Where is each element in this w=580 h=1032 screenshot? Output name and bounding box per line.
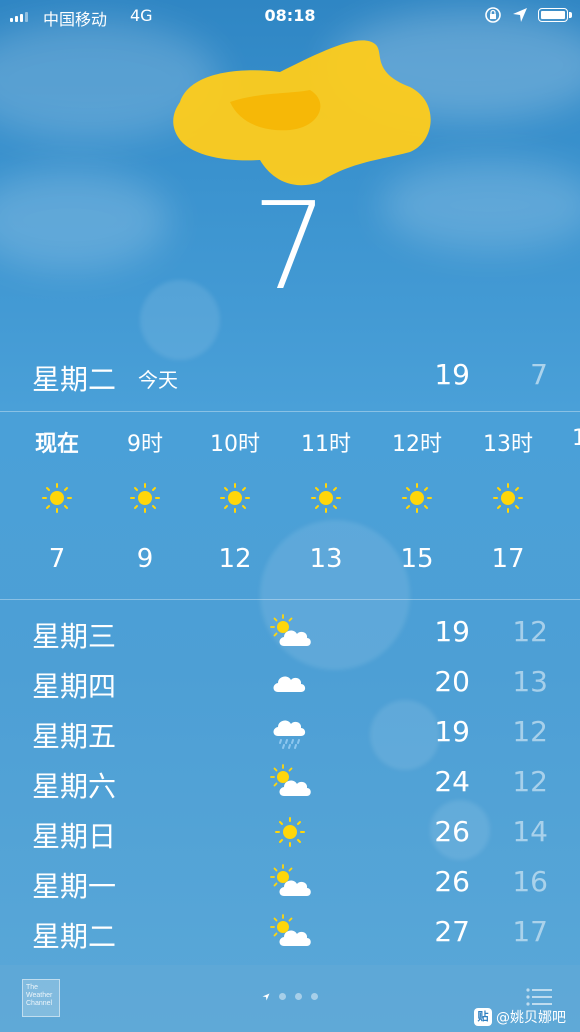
today-summary: 星期二 今天 19 7 bbox=[0, 352, 580, 402]
hour-item-partial: 1 bbox=[534, 412, 580, 600]
day-low: 12 bbox=[512, 615, 548, 648]
rotation-lock-icon bbox=[485, 7, 501, 23]
day-name: 星期二 bbox=[32, 920, 117, 953]
partly-cloudy-icon bbox=[270, 614, 312, 647]
hour-temp: 12 bbox=[218, 544, 252, 574]
day-row: 星期六 24 12 bbox=[0, 758, 580, 808]
today-tag: 今天 bbox=[138, 368, 178, 392]
hour-temp: 15 bbox=[400, 544, 434, 574]
status-bar: 中国移动 4G 08:18 bbox=[0, 0, 580, 34]
hour-item: 12时 15 bbox=[372, 412, 462, 600]
hour-item: 11时 13 bbox=[281, 412, 371, 600]
hour-label: 11时 bbox=[301, 432, 351, 457]
location-arrow-icon bbox=[513, 8, 527, 22]
day-row: 星期四 20 13 bbox=[0, 658, 580, 708]
day-low: 16 bbox=[512, 865, 548, 898]
partly-cloudy-icon bbox=[270, 914, 312, 947]
day-name: 星期六 bbox=[32, 770, 117, 803]
sun-icon bbox=[42, 483, 72, 513]
day-low: 12 bbox=[512, 765, 548, 798]
day-name: 星期四 bbox=[32, 670, 117, 703]
tieba-badge-icon: 贴 bbox=[474, 1008, 492, 1026]
today-day: 星期二 bbox=[32, 363, 117, 396]
partly-cloudy-icon bbox=[270, 764, 312, 797]
day-name: 星期日 bbox=[32, 820, 117, 853]
page-dot bbox=[311, 993, 318, 1000]
day-high: 26 bbox=[434, 865, 470, 898]
day-row: 星期五 19 12 bbox=[0, 708, 580, 758]
day-row: 星期一 26 16 bbox=[0, 858, 580, 908]
day-low: 13 bbox=[512, 665, 548, 698]
watermark-text: @姚贝娜吧 bbox=[496, 1010, 566, 1026]
today-low: 7 bbox=[530, 358, 548, 391]
rain-cloud-icon bbox=[272, 719, 307, 749]
day-low: 14 bbox=[512, 815, 548, 848]
hour-item: 9时 9 bbox=[100, 412, 190, 600]
partly-cloudy-icon bbox=[270, 864, 312, 897]
watermark: 贴 @姚贝娜吧 bbox=[474, 1007, 566, 1027]
day-high: 19 bbox=[434, 615, 470, 648]
hourly-forecast[interactable]: 现在 7 9时 9 10时 12 11时 13 12时 15 13时 17 1 bbox=[0, 412, 580, 600]
divider bbox=[0, 599, 580, 600]
day-high: 26 bbox=[434, 815, 470, 848]
today-high: 19 bbox=[434, 358, 470, 391]
day-row: 星期日 26 14 bbox=[0, 808, 580, 858]
hour-label: 12时 bbox=[392, 432, 442, 457]
list-icon[interactable] bbox=[526, 987, 552, 1007]
day-row: 星期三 19 12 bbox=[0, 608, 580, 658]
sun-icon bbox=[275, 817, 305, 847]
sun-icon bbox=[130, 483, 160, 513]
day-name: 星期三 bbox=[32, 620, 117, 653]
sun-icon bbox=[493, 483, 523, 513]
bottom-toolbar: The Weather Channel 贴 @姚贝娜吧 bbox=[0, 965, 580, 1032]
day-low: 12 bbox=[512, 715, 548, 748]
sun-icon bbox=[402, 483, 432, 513]
page-indicator[interactable] bbox=[0, 993, 580, 1001]
hour-item: 10时 12 bbox=[190, 412, 280, 600]
day-high: 27 bbox=[434, 915, 470, 948]
battery-icon bbox=[538, 8, 572, 22]
sun-icon bbox=[220, 483, 250, 513]
hour-label: 10时 bbox=[210, 432, 260, 457]
day-name: 星期五 bbox=[32, 720, 117, 753]
hour-label: 现在 bbox=[34, 432, 79, 457]
current-temperature: 7 bbox=[251, 178, 329, 317]
page-dot bbox=[295, 993, 302, 1000]
yellow-redaction-blot bbox=[173, 40, 431, 186]
hour-temp: 13 bbox=[309, 544, 343, 574]
day-low: 17 bbox=[512, 915, 548, 948]
hour-item: 现在 7 bbox=[12, 412, 102, 600]
page-dot bbox=[279, 993, 286, 1000]
day-high: 24 bbox=[434, 765, 470, 798]
day-high: 20 bbox=[434, 665, 470, 698]
hour-label: 9时 bbox=[127, 432, 163, 457]
day-row: 星期二 27 17 bbox=[0, 908, 580, 958]
hour-temp: 9 bbox=[136, 544, 154, 574]
hour-temp: 7 bbox=[48, 544, 66, 574]
status-icons bbox=[484, 6, 572, 24]
hour-label: 1 bbox=[572, 426, 580, 451]
location-arrow-icon bbox=[262, 993, 270, 1001]
sun-icon bbox=[311, 483, 341, 513]
day-high: 19 bbox=[434, 715, 470, 748]
cloud-icon bbox=[273, 676, 306, 692]
day-name: 星期一 bbox=[32, 870, 117, 903]
weather-app: 中国移动 4G 08:18 7 星期二 今天 19 7 现在 7 9时 9 10… bbox=[0, 0, 580, 1032]
